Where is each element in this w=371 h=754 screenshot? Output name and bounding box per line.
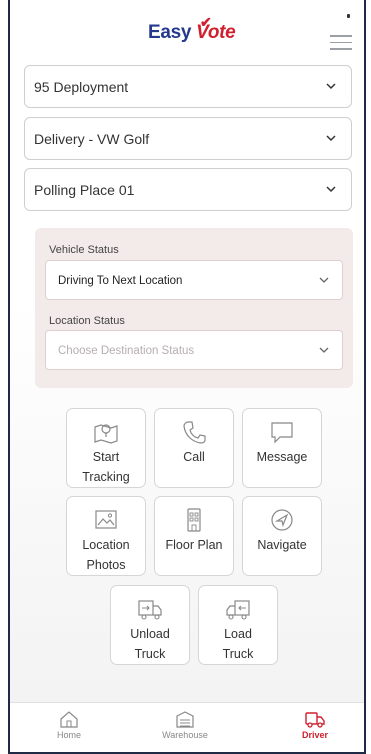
location-photos-label-line1: Location — [82, 538, 130, 552]
logo-check-icon: ✔ — [200, 14, 212, 30]
navigation-arrow-icon — [271, 509, 293, 531]
app-screen: Easy Vote ✔ 95 Deployment Delivery - VW … — [8, 0, 366, 754]
truck-load-icon — [226, 600, 250, 620]
start-tracking-label-line2: Tracking — [82, 470, 130, 484]
chevron-down-icon — [326, 135, 336, 142]
location-status-label: Location Status — [49, 315, 125, 327]
home-icon — [60, 711, 78, 728]
floor-plan-button[interactable]: Floor Plan — [154, 496, 234, 576]
location-status-select[interactable]: Choose Destination Status — [45, 330, 343, 370]
nav-item-driver[interactable]: Driver — [280, 709, 350, 740]
vehicle-status-select[interactable]: Driving To Next Location — [45, 260, 343, 300]
navigate-button[interactable]: Navigate — [242, 496, 322, 576]
status-panel: Vehicle Status Driving To Next Location … — [35, 228, 353, 388]
truck-unload-icon — [138, 600, 162, 620]
chevron-down-icon — [319, 347, 329, 353]
nav-home-label: Home — [56, 730, 81, 740]
start-tracking-label-line1: Start — [92, 450, 120, 464]
deployment-select-value: 95 Deployment — [34, 79, 129, 95]
logo-text-easy: Easy — [148, 22, 192, 43]
polling-place-select-value: Polling Place 01 — [34, 182, 135, 198]
call-label: Call — [183, 450, 205, 464]
message-label: Message — [256, 450, 308, 464]
floor-plan-icon — [187, 508, 201, 532]
easy-vote-logo: Easy Vote ✔ — [148, 14, 236, 44]
nav-item-home[interactable]: Home — [34, 709, 104, 740]
app-header: Easy Vote ✔ — [10, 0, 364, 62]
vehicle-status-label: Vehicle Status — [49, 244, 119, 256]
chevron-down-icon — [319, 277, 329, 283]
hamburger-menu-icon[interactable] — [330, 35, 352, 51]
unload-truck-label-line1: Unload — [130, 627, 170, 641]
vehicle-assignment-select[interactable]: Delivery - VW Golf — [24, 117, 352, 160]
load-truck-label-line2: Truck — [222, 647, 254, 661]
phone-icon — [183, 421, 206, 444]
floor-plan-label: Floor Plan — [165, 538, 223, 552]
bottom-nav: Home Warehouse Driver — [10, 702, 364, 752]
load-truck-button[interactable]: Load Truck — [198, 585, 278, 665]
unload-truck-button[interactable]: Unload Truck — [110, 585, 190, 665]
image-icon — [95, 510, 117, 529]
deployment-select[interactable]: 95 Deployment — [24, 65, 352, 108]
location-photos-button[interactable]: Location Photos — [66, 496, 146, 576]
polling-place-select[interactable]: Polling Place 01 — [24, 168, 352, 211]
location-status-placeholder: Choose Destination Status — [58, 345, 195, 357]
chevron-down-icon — [326, 83, 336, 90]
nav-warehouse-label: Warehouse — [162, 730, 208, 740]
truck-icon — [305, 712, 325, 728]
chat-bubble-icon — [271, 422, 293, 444]
call-button[interactable]: Call — [154, 408, 234, 488]
warehouse-icon — [176, 711, 194, 728]
nav-item-warehouse[interactable]: Warehouse — [150, 709, 220, 740]
map-pin-icon — [94, 424, 118, 444]
vehicle-status-value: Driving To Next Location — [58, 275, 183, 287]
unload-truck-label-line2: Truck — [134, 647, 166, 661]
location-photos-label-line2: Photos — [86, 558, 126, 572]
start-tracking-button[interactable]: Start Tracking — [66, 408, 146, 488]
navigate-label: Navigate — [257, 538, 307, 552]
message-button[interactable]: Message — [242, 408, 322, 488]
load-truck-label-line1: Load — [224, 627, 252, 641]
vehicle-assignment-select-value: Delivery - VW Golf — [34, 131, 150, 147]
nav-driver-label: Driver — [301, 730, 328, 740]
chevron-down-icon — [326, 186, 336, 193]
